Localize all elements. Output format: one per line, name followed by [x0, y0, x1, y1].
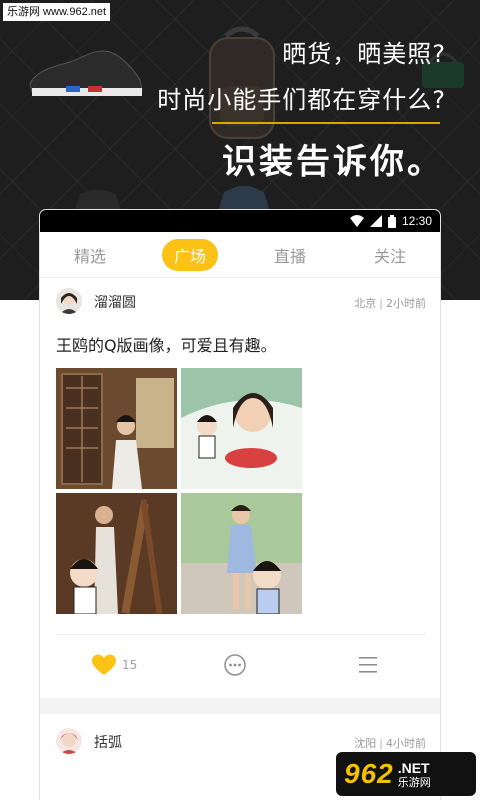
- site-logo-net: .NET: [397, 759, 430, 776]
- battery-icon: [387, 214, 396, 228]
- avatar[interactable]: [56, 728, 82, 754]
- post-time: 2小时前: [386, 297, 426, 310]
- site-logo-number: 962: [344, 758, 394, 789]
- like-count: 15: [122, 658, 138, 672]
- post-location: 北京: [354, 297, 377, 310]
- feed-post[interactable]: 溜溜圆 北京 | 2小时前 王鸥的Q版画像，可爱且有趣。 15: [40, 278, 440, 698]
- side-panel-left: [0, 300, 40, 800]
- promo-tagline: 识装告诉你。: [222, 142, 444, 182]
- menu-icon: [359, 657, 377, 673]
- post-location: 沈阳: [354, 737, 377, 750]
- side-panel-right: [440, 300, 480, 800]
- post-photo[interactable]: [181, 493, 302, 614]
- post-divider: [56, 634, 426, 635]
- post-username[interactable]: 溜溜圆: [94, 292, 136, 312]
- tab-square[interactable]: 广场: [161, 238, 218, 271]
- more-button[interactable]: [358, 656, 378, 678]
- post-text: 王鸥的Q版画像，可爱且有趣。: [56, 336, 277, 355]
- tab-featured[interactable]: 精选: [62, 239, 118, 271]
- tab-bar: 精选 广场 直播 关注: [40, 232, 440, 278]
- post-photo[interactable]: [181, 368, 302, 489]
- status-time: 12:30: [401, 214, 432, 228]
- site-logo-name: 乐游网: [397, 775, 431, 789]
- meta-separator: |: [379, 737, 383, 750]
- avatar[interactable]: [56, 288, 82, 314]
- sneaker-icon: [29, 50, 143, 96]
- photo-grid: [56, 368, 302, 614]
- site-logo: 962 .NET 乐游网: [336, 752, 476, 796]
- post-meta: 沈阳 | 4小时前: [354, 735, 426, 751]
- comment-button[interactable]: [224, 654, 246, 680]
- like-button[interactable]: 15: [92, 654, 137, 676]
- post-photo[interactable]: [56, 368, 177, 489]
- phone-screen: 12:30 精选 广场 直播 关注 溜溜圆 北京 | 2小时前 王鸥的Q版画像，可爱…: [40, 210, 440, 800]
- post-time: 4小时前: [386, 737, 426, 750]
- post-meta: 北京 | 2小时前: [354, 295, 426, 311]
- heart-icon: [92, 654, 116, 675]
- promo-headline: 晒货，晒美照?: [282, 40, 446, 68]
- promo-divider: [212, 122, 440, 124]
- post-username[interactable]: 括弧: [94, 732, 122, 752]
- tab-live[interactable]: 直播: [262, 239, 318, 271]
- wifi-icon: [349, 215, 364, 227]
- status-bar: 12:30: [40, 210, 440, 232]
- site-watermark: 乐游网 www.962.net: [3, 3, 111, 21]
- tab-following[interactable]: 关注: [362, 239, 418, 271]
- promo-subheadline: 时尚小能手们都在穿什么?: [157, 86, 446, 114]
- post-photo[interactable]: [56, 493, 177, 614]
- meta-separator: |: [379, 297, 383, 310]
- signal-icon: [369, 215, 382, 227]
- post-actions: 15: [40, 648, 440, 684]
- comment-icon: [224, 654, 246, 676]
